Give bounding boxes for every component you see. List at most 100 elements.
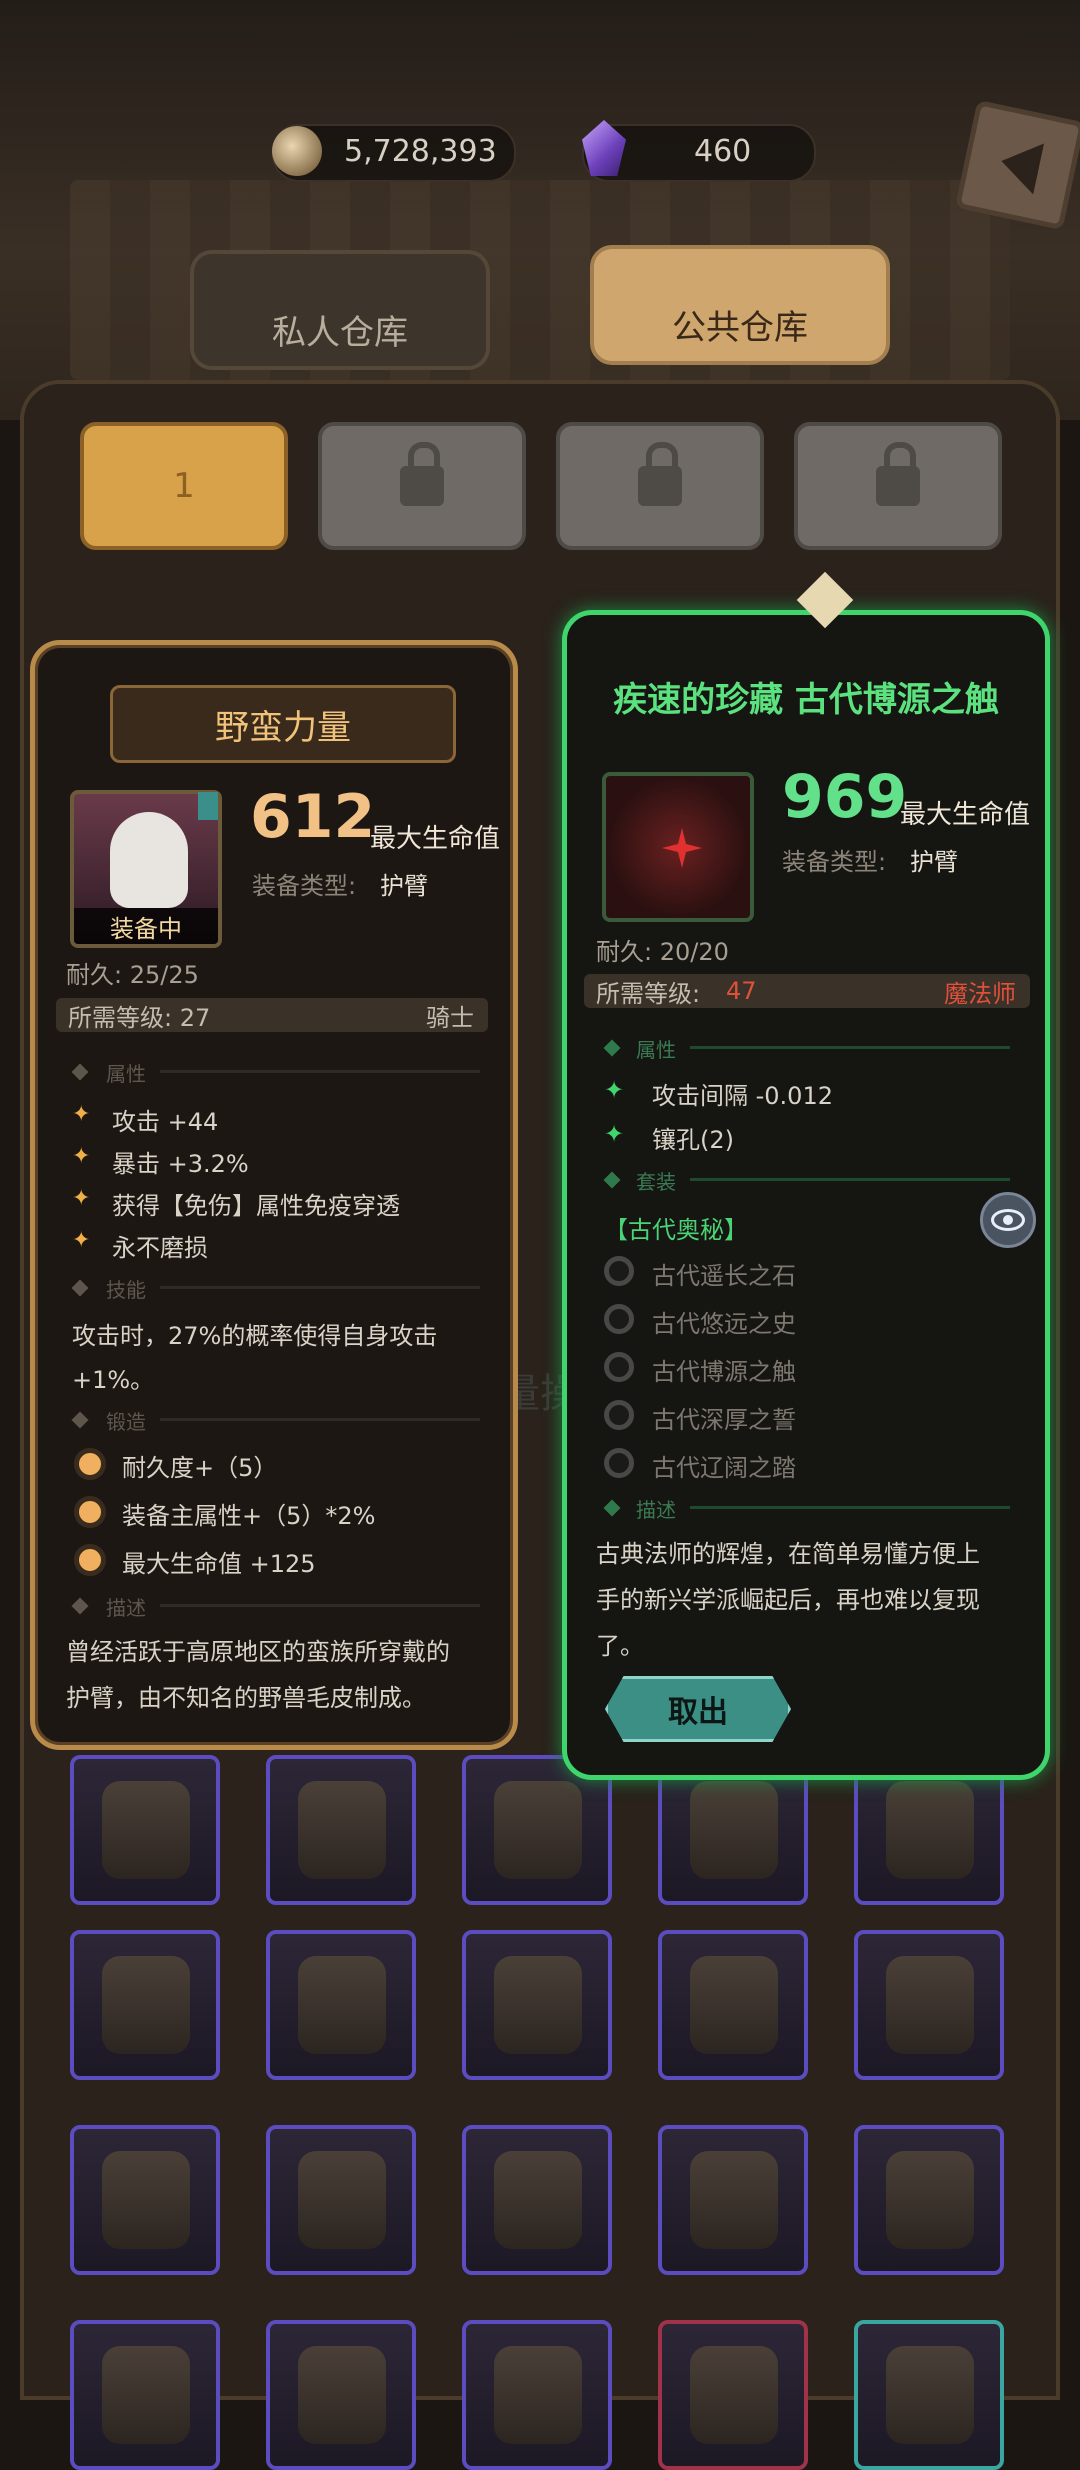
attr-line: 攻击 +44 [112, 1108, 219, 1136]
section-divider [160, 1286, 480, 1289]
equipped-item-value-label: 最大生命值 [370, 824, 501, 854]
equipped-level-req: 所需等级: 27 [68, 1003, 211, 1032]
warehouse-slot-1[interactable]: 1 [80, 422, 288, 550]
gem-amount: 460 [694, 134, 752, 169]
take-out-label: 取出 [668, 1695, 728, 1730]
inventory-slot[interactable] [658, 1930, 808, 2080]
set-piece: 古代深厚之誓 [652, 1406, 796, 1434]
inventory-slot[interactable] [70, 2320, 220, 2470]
green-star-icon: ✦ [604, 1076, 625, 1104]
view-set-button[interactable] [980, 1192, 1036, 1248]
set-piece-ring-icon [604, 1400, 634, 1430]
warehouse-slot-locked[interactable] [318, 422, 526, 550]
lock-icon [638, 442, 682, 506]
inventory-slot[interactable] [70, 1930, 220, 2080]
green-star-icon: ✦ [604, 1120, 625, 1148]
compare-item-portrait [602, 772, 754, 922]
warehouse-slot-number: 1 [173, 466, 195, 506]
forge-bullet-icon [74, 1448, 106, 1480]
compare-level-label: 所需等级: [596, 979, 701, 1008]
star-icon: ✦ [72, 1186, 91, 1211]
equipped-item-title-banner: 野蛮力量 [110, 685, 456, 763]
warehouse-slot-locked[interactable] [556, 422, 764, 550]
equipped-type-label: 装备类型: [252, 872, 357, 900]
compare-desc-line: 古典法师的辉煌，在简单易懂方便上 [596, 1540, 980, 1568]
forge-line: 最大生命值 +125 [122, 1550, 316, 1578]
compare-class: 魔法师 [944, 979, 1016, 1008]
compare-desc-heading: 描述 [636, 1498, 676, 1522]
skill-section-heading: 技能 [106, 1278, 146, 1302]
compare-item-value-label: 最大生命值 [900, 800, 1031, 830]
equipped-item-title: 野蛮力量 [215, 707, 351, 748]
desc-section-heading: 描述 [106, 1596, 146, 1620]
compare-desc-line: 了。 [596, 1632, 644, 1660]
tab-private-label: 私人仓库 [272, 313, 408, 353]
attr-section-heading: 属性 [106, 1062, 146, 1086]
warehouse-slot-locked[interactable] [794, 422, 1002, 550]
tab-public-storage[interactable]: 公共仓库 [590, 245, 890, 365]
compare-item-value: 969 [782, 762, 908, 832]
attr-line: 获得【免伤】属性免疫穿透 [112, 1192, 400, 1220]
bookmark-icon [198, 792, 218, 820]
skill-text-line: 攻击时，27%的概率使得自身攻击 [72, 1322, 438, 1350]
inventory-slot[interactable] [462, 2320, 612, 2470]
compare-level-value: 47 [726, 977, 757, 1005]
inventory-slot[interactable] [854, 1930, 1004, 2080]
star-icon: ✦ [72, 1144, 91, 1169]
set-piece-ring-icon [604, 1448, 634, 1478]
compare-type-label: 装备类型: [782, 848, 887, 876]
section-divider [160, 1418, 480, 1421]
inventory-slot[interactable] [462, 1930, 612, 2080]
inventory-slot[interactable] [462, 2125, 612, 2275]
compare-attr-line: 攻击间隔 -0.012 [652, 1082, 833, 1110]
tab-public-label: 公共仓库 [672, 308, 808, 348]
forge-section-heading: 锻造 [106, 1410, 146, 1434]
compare-durability: 耐久: 20/20 [596, 938, 729, 966]
desc-text-line: 护臂，由不知名的野兽毛皮制成。 [66, 1684, 426, 1712]
section-divider [690, 1506, 1010, 1509]
red-star-icon [662, 828, 702, 868]
attr-line: 永不磨损 [112, 1234, 208, 1262]
set-piece: 古代遥长之石 [652, 1262, 796, 1290]
inventory-slot[interactable] [266, 2125, 416, 2275]
lock-icon [876, 442, 920, 506]
set-piece-ring-icon [604, 1304, 634, 1334]
inventory-slot[interactable] [658, 2125, 808, 2275]
coin-icon [272, 126, 322, 176]
section-divider [160, 1604, 480, 1607]
equipped-level-bar: 所需等级: 27 骑士 [56, 998, 488, 1032]
back-arrow-button[interactable] [954, 99, 1080, 231]
set-name: 【古代奥秘】 [604, 1216, 748, 1244]
set-piece: 古代博源之触 [652, 1358, 796, 1386]
inventory-slot[interactable] [266, 1930, 416, 2080]
forge-line: 耐久度+（5） [122, 1454, 278, 1482]
inventory-slot[interactable] [854, 2125, 1004, 2275]
white-fur-icon [110, 812, 188, 908]
compare-item-title: 疾速的珍藏 古代博源之触 [613, 679, 999, 720]
compare-attr-line: 镶孔(2) [652, 1126, 734, 1154]
set-piece: 古代辽阔之踏 [652, 1454, 796, 1482]
inventory-slot[interactable] [854, 2320, 1004, 2470]
forge-bullet-icon [74, 1496, 106, 1528]
section-divider [690, 1046, 1010, 1049]
tab-private-storage[interactable]: 私人仓库 [190, 250, 490, 370]
inventory-slot[interactable] [266, 2320, 416, 2470]
take-out-button[interactable]: 取出 [605, 1676, 791, 1742]
coin-amount: 5,728,393 [344, 134, 497, 169]
star-icon: ✦ [72, 1102, 91, 1127]
equipped-class: 骑士 [426, 1003, 474, 1032]
set-piece-ring-icon [604, 1256, 634, 1286]
inventory-slot[interactable] [70, 2125, 220, 2275]
lock-icon [400, 442, 444, 506]
compare-attr-heading: 属性 [636, 1038, 676, 1062]
inventory-slot[interactable] [266, 1755, 416, 1905]
compare-set-heading: 套装 [636, 1170, 676, 1194]
inventory-slot[interactable] [70, 1755, 220, 1905]
forge-bullet-icon [74, 1544, 106, 1576]
equipped-durability: 耐久: 25/25 [66, 961, 199, 989]
attr-line: 暴击 +3.2% [112, 1150, 249, 1178]
eye-icon [991, 1209, 1025, 1231]
set-piece: 古代悠远之史 [652, 1310, 796, 1338]
equipped-type-value: 护臂 [380, 872, 428, 900]
inventory-slot[interactable] [658, 2320, 808, 2470]
